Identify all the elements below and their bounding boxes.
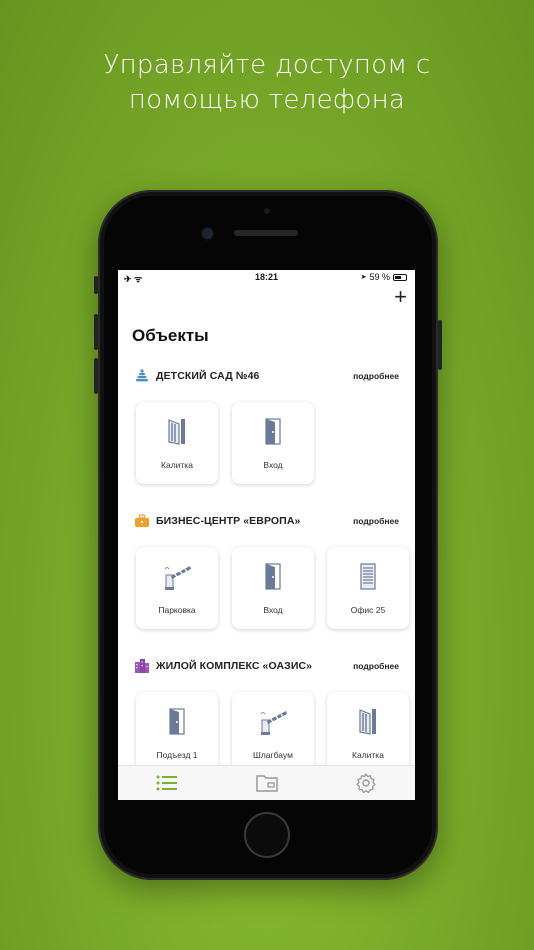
building-icon bbox=[135, 659, 149, 673]
pyramid-toy-icon bbox=[136, 369, 148, 382]
status-bar: ✈ ᯤ 18:21 ➤ 59 % bbox=[118, 270, 415, 284]
home-button[interactable] bbox=[244, 812, 290, 858]
battery-percent: 59 % bbox=[369, 272, 390, 282]
earpiece-speaker bbox=[234, 230, 298, 236]
folder-card-icon[interactable] bbox=[255, 772, 279, 794]
barrier-icon bbox=[164, 566, 191, 590]
volume-down-button bbox=[94, 358, 98, 394]
volume-up-button bbox=[94, 314, 98, 350]
gear-icon[interactable] bbox=[354, 772, 378, 794]
headline-line-1: Управляйте доступом с bbox=[103, 50, 431, 80]
access-tile[interactable]: Калитка bbox=[136, 402, 218, 484]
status-right: ➤ 59 % bbox=[361, 272, 407, 282]
access-tile[interactable]: Шлагбаум bbox=[232, 692, 314, 774]
section-header: ДЕТСКИЙ САД №46 bbox=[134, 368, 259, 384]
tile-label: Вход bbox=[263, 605, 283, 615]
details-link[interactable]: подробнее bbox=[353, 661, 399, 671]
tile-label: Офис 25 bbox=[350, 605, 386, 615]
battery-icon bbox=[393, 273, 407, 281]
shutter-icon bbox=[360, 563, 376, 590]
mute-switch bbox=[94, 276, 98, 294]
section-header: ЖИЛОЙ КОМПЛЕКС «ОАЗИС» bbox=[134, 658, 312, 674]
access-tile[interactable]: Офис 25 bbox=[327, 547, 409, 629]
access-tile[interactable]: Вход bbox=[232, 402, 314, 484]
briefcase-icon bbox=[135, 514, 149, 527]
location-icon: ➤ bbox=[360, 274, 367, 281]
access-tile[interactable]: Парковка bbox=[136, 547, 218, 629]
promo-headline: Управляйте доступом с помощью телефона bbox=[0, 48, 534, 118]
phone-mockup: ✈ ᯤ 18:21 ➤ 59 % + Объекты ДЕТСКИЙ САД №… bbox=[94, 190, 442, 880]
power-button bbox=[438, 320, 442, 370]
section-name: ДЕТСКИЙ САД №46 bbox=[156, 370, 260, 382]
door-icon bbox=[169, 708, 185, 735]
proximity-sensor bbox=[264, 208, 270, 214]
door-icon bbox=[265, 418, 281, 445]
tab-bar bbox=[118, 765, 415, 800]
add-object-button[interactable]: + bbox=[394, 286, 407, 308]
details-link[interactable]: подробнее bbox=[353, 516, 399, 526]
details-link[interactable]: подробнее bbox=[353, 371, 399, 381]
app-screen: ✈ ᯤ 18:21 ➤ 59 % + Объекты ДЕТСКИЙ САД №… bbox=[118, 270, 415, 800]
headline-line-2: помощью телефона bbox=[128, 85, 406, 115]
page-title: Объекты bbox=[132, 326, 209, 345]
gate-icon bbox=[359, 709, 376, 735]
barrier-icon bbox=[260, 711, 287, 735]
section-header: БИЗНЕС-ЦЕНТР «ЕВРОПА» bbox=[134, 513, 300, 529]
tile-label: Калитка bbox=[161, 460, 193, 470]
section-name: БИЗНЕС-ЦЕНТР «ЕВРОПА» bbox=[156, 515, 301, 527]
access-tile[interactable]: Вход bbox=[232, 547, 314, 629]
list-icon[interactable] bbox=[155, 772, 179, 794]
tile-label: Подъезд 1 bbox=[156, 750, 198, 760]
access-tile[interactable]: Подъезд 1 bbox=[136, 692, 218, 774]
door-icon bbox=[265, 563, 281, 590]
gate-icon bbox=[168, 419, 185, 445]
tile-label: Вход bbox=[263, 460, 283, 470]
section-name: ЖИЛОЙ КОМПЛЕКС «ОАЗИС» bbox=[156, 660, 313, 672]
tile-label: Шлагбаум bbox=[253, 750, 293, 760]
tile-label: Парковка bbox=[158, 605, 196, 615]
front-camera bbox=[202, 228, 213, 239]
tile-label: Калитка bbox=[352, 750, 384, 760]
access-tile[interactable]: Калитка bbox=[327, 692, 409, 774]
